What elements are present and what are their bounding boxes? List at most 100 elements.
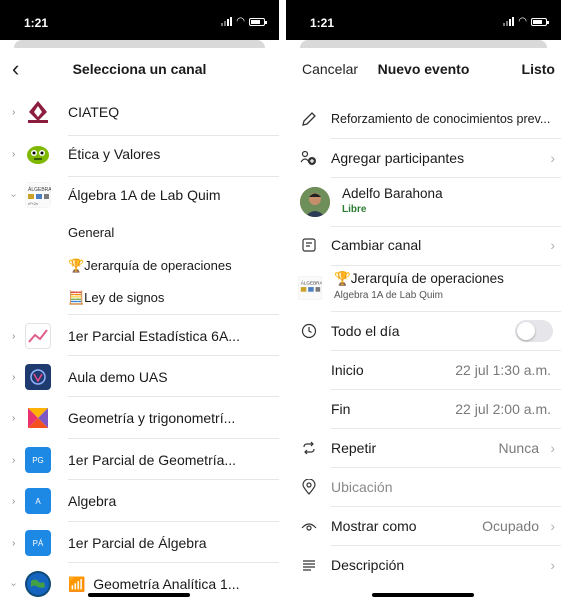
show-as-value: Ocupado: [482, 518, 539, 534]
page-title: Nuevo evento: [377, 61, 470, 77]
team-row-geometria-trig[interactable]: › Geometría y trigonometrí...: [0, 403, 279, 433]
expand-chevron-icon[interactable]: ›: [12, 455, 15, 466]
organizer-status: Libre: [342, 204, 367, 215]
channel-name: 🏆Jerarquía de operaciones: [334, 271, 504, 286]
event-title-input[interactable]: Reforzamiento de conocimientos prev...: [331, 112, 557, 126]
all-day-label: Todo el día: [331, 323, 400, 339]
svg-text:x²+2x: x²+2x: [28, 201, 38, 206]
team-name: 1er Parcial de Geometría...: [68, 452, 237, 468]
event-header: Cancelar Nuevo evento Listo: [286, 52, 561, 88]
channel-jerarquia[interactable]: 🏆Jerarquía de operaciones: [68, 258, 232, 274]
change-channel-label: Cambiar canal: [331, 237, 422, 253]
add-participants-row[interactable]: Agregar participantes ›: [286, 143, 561, 173]
home-indicator: [88, 593, 190, 597]
organizer-row: Adelfo Barahona Libre: [286, 182, 561, 222]
repeat-icon: [300, 439, 318, 457]
team-row-algebra[interactable]: › A Algebra: [0, 486, 279, 516]
location-input[interactable]: Ubicación: [331, 479, 392, 495]
algebra-image-icon: ÁLGEBRA x²+2x: [25, 182, 51, 208]
change-channel-row[interactable]: Cambiar canal ›: [286, 230, 561, 260]
start-value[interactable]: 22 jul 1:30 a.m.: [455, 362, 551, 378]
team-row-aula-demo[interactable]: › Aula demo UAS: [0, 362, 279, 392]
expand-chevron-icon[interactable]: ›: [12, 413, 15, 424]
chevron-right-icon: ›: [550, 518, 555, 534]
channel-ley-de-signos[interactable]: 🧮Ley de signos: [68, 290, 164, 306]
channel-team-name: Álgebra 1A de Lab Quim: [334, 290, 443, 301]
clock-icon: [300, 322, 318, 340]
chevron-right-icon: ›: [550, 237, 555, 253]
organizer-name: Adelfo Barahona: [342, 186, 443, 201]
pg-badge-icon: PG: [25, 447, 51, 473]
uas-logo-icon: [25, 364, 51, 390]
team-row-algebra-1a[interactable]: › ÁLGEBRA x²+2x Álgebra 1A de Lab Quim: [0, 180, 279, 210]
show-as-label: Mostrar como: [331, 518, 417, 534]
status-bar: 1:21 ◠: [0, 0, 279, 40]
colorful-shapes-icon: [25, 405, 51, 431]
location-pin-icon: [300, 478, 318, 496]
start-row[interactable]: Inicio 22 jul 1:30 a.m.: [286, 355, 561, 385]
repeat-value: Nunca: [498, 440, 539, 456]
expand-chevron-icon[interactable]: ›: [12, 496, 15, 507]
status-time: 1:21: [24, 16, 49, 30]
event-title-row[interactable]: Reforzamiento de conocimientos prev...: [286, 104, 561, 134]
add-participants-label: Agregar participantes: [331, 150, 465, 166]
collapse-chevron-icon[interactable]: ›: [8, 582, 19, 585]
start-label: Inicio: [331, 362, 364, 378]
channel-general[interactable]: General: [68, 225, 114, 240]
status-icons: ◠: [221, 16, 267, 27]
repeat-row[interactable]: Repetir Nunca ›: [286, 433, 561, 463]
location-row[interactable]: Ubicación: [286, 472, 561, 502]
wifi-icon: ◠: [236, 16, 245, 27]
new-event-screen: 1:21 ◠ Cancelar Nuevo evento Listo Refor…: [286, 0, 561, 600]
repeat-label: Repetir: [331, 440, 377, 456]
text-lines-icon: [300, 556, 318, 574]
pa-badge-icon: PÁ: [25, 530, 51, 556]
done-button[interactable]: Listo: [522, 61, 555, 77]
end-value[interactable]: 22 jul 2:00 a.m.: [455, 401, 551, 417]
battery-icon: [249, 17, 267, 26]
team-name: 📶 Geometría Analítica 1...: [68, 576, 261, 593]
description-label: Descripción: [331, 557, 405, 573]
svg-text:ÁLGEBRA: ÁLGEBRA: [28, 186, 51, 193]
status-icons: ◠: [503, 16, 549, 27]
battery-icon: [531, 17, 549, 26]
team-name: Ética y Valores: [68, 146, 161, 162]
sheet-top: [286, 40, 561, 50]
team-name: CIATEQ: [68, 104, 120, 120]
channel-icon: [300, 236, 318, 254]
end-label: Fin: [331, 401, 351, 417]
ciateq-logo-icon: [25, 99, 51, 125]
a-badge-icon: A: [25, 488, 51, 514]
avatar: [300, 187, 330, 217]
sheet-top: [0, 40, 279, 50]
collapse-chevron-icon[interactable]: ›: [8, 193, 19, 196]
team-name: Geometría y trigonometrí...: [68, 410, 236, 426]
end-row[interactable]: Fin 22 jul 2:00 a.m.: [286, 394, 561, 424]
chevron-right-icon: ›: [550, 440, 555, 456]
status-time: 1:21: [310, 16, 335, 30]
description-row[interactable]: Descripción ›: [286, 550, 561, 580]
team-row-parcial-geometria[interactable]: › PG 1er Parcial de Geometría...: [0, 445, 279, 475]
home-indicator: [372, 593, 474, 597]
expand-chevron-icon[interactable]: ›: [12, 372, 15, 383]
all-day-toggle[interactable]: [515, 320, 553, 342]
show-as-row[interactable]: Mostrar como Ocupado ›: [286, 511, 561, 541]
algebra-image-icon: ÁLGEBRA: [298, 276, 323, 300]
team-row-etica[interactable]: › Ética y Valores: [0, 139, 279, 169]
expand-chevron-icon[interactable]: ›: [12, 107, 15, 118]
expand-chevron-icon[interactable]: ›: [12, 149, 15, 160]
expand-chevron-icon[interactable]: ›: [12, 331, 15, 342]
channel-picker-screen: 1:21 ◠ ‹ Selecciona un canal › CIATEQ › …: [0, 0, 279, 600]
wifi-icon: ◠: [518, 16, 527, 27]
team-row-parcial-algebra[interactable]: › PÁ 1er Parcial de Álgebra: [0, 528, 279, 558]
eye-icon: [300, 517, 318, 535]
selected-channel-row: ÁLGEBRA 🏆Jerarquía de operaciones Álgebr…: [286, 270, 561, 306]
team-row-ciateq[interactable]: › CIATEQ: [0, 97, 279, 127]
all-day-row: Todo el día: [286, 316, 561, 346]
page-title: Selecciona un canal: [72, 61, 207, 77]
signal-icon: [221, 17, 233, 26]
pencil-icon: [300, 110, 318, 128]
team-row-estadistica[interactable]: › 1er Parcial Estadística 6A...: [0, 321, 279, 351]
add-people-icon: [300, 149, 318, 167]
expand-chevron-icon[interactable]: ›: [12, 538, 15, 549]
